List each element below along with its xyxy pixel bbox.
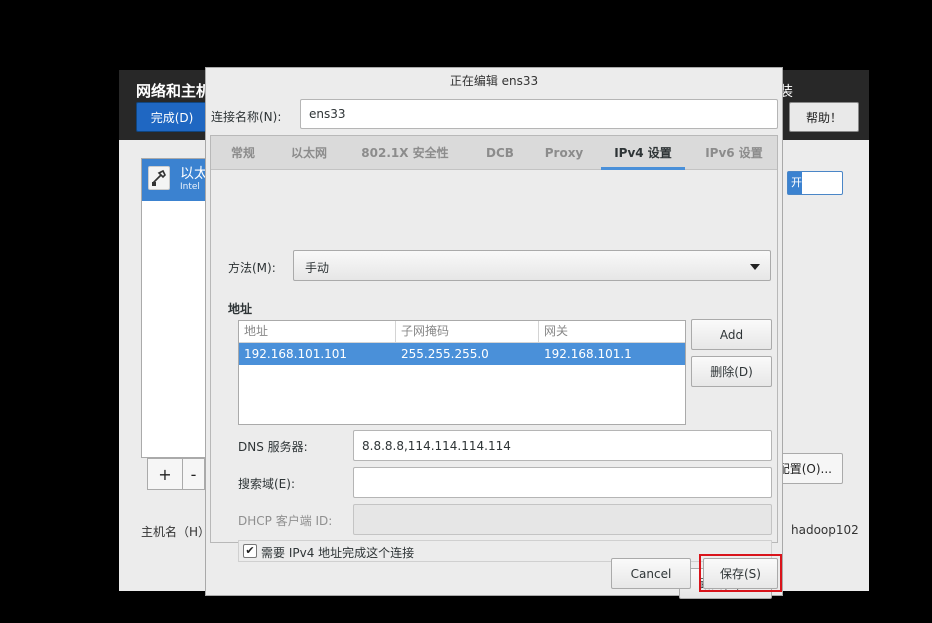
cancel-button[interactable]: Cancel [611, 558, 691, 589]
column-header-netmask[interactable]: 子网掩码 [396, 321, 539, 343]
save-button-highlight [699, 554, 782, 592]
device-toggle[interactable]: 开 [787, 171, 843, 195]
add-address-button[interactable]: Add [691, 319, 772, 350]
tab-ipv4-settings[interactable]: IPv4 设置 [601, 136, 685, 170]
hostname-label: 主机名（H） [141, 525, 211, 539]
dhcp-client-id-label: DHCP 客户端 ID: [238, 514, 333, 528]
require-ipv4-checkbox[interactable]: ✔ [243, 544, 257, 558]
address-table: 地址 子网掩码 网关 192.168.101.101 255.255.255.0… [238, 320, 686, 425]
tab-ipv6-settings[interactable]: IPv6 设置 [693, 136, 775, 170]
tab-general[interactable]: 常规 [217, 136, 269, 170]
remove-device-button[interactable]: - [183, 458, 205, 490]
column-header-address[interactable]: 地址 [239, 321, 396, 343]
dialog-title: 正在编辑 ens33 [449, 74, 539, 88]
dns-servers-input[interactable] [353, 430, 772, 461]
cell-address: 192.168.101.101 [244, 347, 348, 361]
require-ipv4-label: 需要 IPv4 地址完成这个连接 [261, 546, 415, 560]
method-label: 方法(M): [228, 261, 276, 275]
tab-ethernet[interactable]: 以太网 [277, 136, 341, 170]
dns-servers-label: DNS 服务器: [238, 440, 308, 454]
configure-button[interactable]: 配置(O)... [775, 453, 843, 484]
network-device-list: 以太 Intel [141, 158, 211, 458]
search-domains-input[interactable] [353, 467, 772, 498]
connection-name-label: 连接名称(N): [211, 110, 282, 124]
delete-address-button[interactable]: 删除(D) [691, 356, 772, 387]
tab-bar: 常规 以太网 802.1X 安全性 DCB Proxy IPv4 设置 IPv6… [211, 136, 777, 170]
ethernet-icon [148, 166, 170, 190]
connection-name-input[interactable] [300, 99, 778, 129]
table-row[interactable]: 192.168.101.101 255.255.255.0 192.168.10… [239, 343, 685, 365]
done-button[interactable]: 完成(D) [136, 102, 208, 132]
address-table-header: 地址 子网掩码 网关 [239, 321, 685, 343]
cell-netmask: 255.255.255.0 [401, 347, 489, 361]
settings-notebook: 常规 以太网 802.1X 安全性 DCB Proxy IPv4 设置 IPv6… [210, 135, 778, 599]
help-button[interactable]: 帮助！ [789, 102, 859, 132]
tab-proxy[interactable]: Proxy [531, 136, 597, 170]
device-vendor: Intel [180, 182, 200, 192]
window-title: 网络和主机 [136, 82, 212, 100]
method-selected-value: 手动 [305, 261, 330, 275]
dropdown-arrow-icon [750, 264, 760, 270]
toggle-on-label: 开 [788, 172, 802, 194]
search-domains-label: 搜索域(E): [238, 477, 295, 491]
cell-gateway: 192.168.101.1 [544, 347, 632, 361]
device-name: 以太 [180, 166, 208, 182]
add-device-button[interactable]: + [147, 458, 183, 490]
tab-dcb[interactable]: DCB [469, 136, 531, 170]
edit-connection-dialog: 正在编辑 ens33 连接名称(N): 常规 以太网 802.1X 安全性 DC… [205, 67, 783, 599]
hostname-value: hadoop102 [791, 523, 859, 537]
require-ipv4-row[interactable]: ✔ 需要 IPv4 地址完成这个连接 [238, 540, 772, 562]
method-select[interactable]: 手动 [293, 250, 771, 281]
address-section-title: 地址 [228, 302, 253, 316]
network-device-item[interactable]: 以太 Intel [142, 159, 210, 201]
tab-8021x-security[interactable]: 802.1X 安全性 [349, 136, 461, 170]
dhcp-client-id-input [353, 504, 772, 535]
column-header-gateway[interactable]: 网关 [539, 321, 685, 343]
